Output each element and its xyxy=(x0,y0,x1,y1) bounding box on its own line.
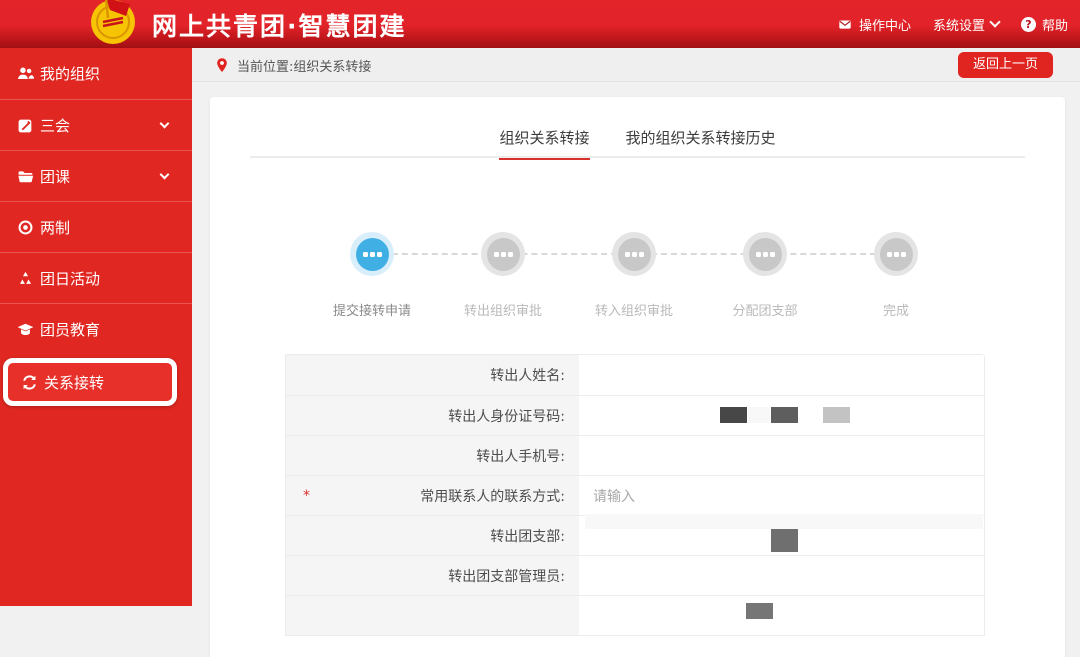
step-circle-icon xyxy=(879,237,913,271)
form-row: * 常用联系人的联系方式: 请输入 xyxy=(286,475,984,515)
redacted-value-block xyxy=(823,407,850,423)
form-row: 转出团支部: xyxy=(286,514,984,555)
sidebar-item-league-day-activity[interactable]: 团日活动 xyxy=(0,252,192,303)
step-circle-icon xyxy=(748,237,782,271)
step-circle-icon xyxy=(355,237,389,271)
back-button[interactable]: 返回上一页 xyxy=(957,52,1053,78)
form-field-value[interactable] xyxy=(579,436,984,475)
envelope-icon xyxy=(837,18,853,31)
league-emblem-logo xyxy=(86,0,140,46)
redacted-value-block xyxy=(746,603,773,619)
form-row: 转出人手机号: xyxy=(286,435,984,475)
header-menu: 操作中心 系统设置 帮助 xyxy=(837,0,1068,48)
progress-step: 转出组织审批 xyxy=(448,232,558,319)
sidebar-item-my-organization[interactable]: 我的组织 xyxy=(0,48,192,99)
step-label: 分配团支部 xyxy=(732,304,798,319)
progress-steps: 提交接转申请 转出组织审批 转入组织审批 分配团支部 完成 xyxy=(317,232,951,319)
sidebar-nav: 我的组织三会团课两制团日活动团员教育关系接转 xyxy=(0,48,192,606)
app-title: 网上共青团·智慧团建 xyxy=(152,12,407,41)
sidebar-item-relationship-transfer[interactable]: 关系接转 xyxy=(8,363,172,401)
target-icon xyxy=(17,219,34,236)
sidebar-item-label: 关系接转 xyxy=(44,373,105,392)
redacted-value-block xyxy=(771,407,798,423)
edit-icon xyxy=(17,117,34,134)
step-label: 提交接转申请 xyxy=(332,304,411,319)
form-field-value[interactable]: 请输入 xyxy=(579,476,984,515)
folder-icon xyxy=(17,168,34,185)
breadcrumb: 当前位置:组织关系转接 xyxy=(214,48,371,82)
progress-step: 完成 xyxy=(841,232,951,319)
header-menu-label: 操作中心 xyxy=(858,18,911,34)
required-asterisk: * xyxy=(303,487,310,504)
input-placeholder: 请输入 xyxy=(593,488,635,505)
form-field-label: 转出团支部: xyxy=(286,516,579,555)
form-field-label: * 常用联系人的联系方式: xyxy=(286,476,579,515)
form-row: 转出人身份证号码: xyxy=(286,395,984,435)
sidebar-item-label: 三会 xyxy=(40,116,71,135)
app-header: 网上共青团·智慧团建 操作中心 系统设置 帮助 xyxy=(0,0,1080,48)
form-field-label: 转出人身份证号码: xyxy=(286,396,579,435)
sidebar-item-label: 我的组织 xyxy=(40,65,101,83)
redacted-value-block xyxy=(585,514,983,529)
header-menu-label: 帮助 xyxy=(1041,18,1068,34)
location-pin-icon xyxy=(217,58,227,72)
content-card: 组织关系转接 我的组织关系转接历史 提交接转申请 转出组织审批 转入组织审批 分配团支部… xyxy=(210,97,1065,657)
form-field-value[interactable] xyxy=(579,514,984,555)
sidebar-item-label: 团课 xyxy=(40,167,71,186)
form-field-value[interactable] xyxy=(579,355,984,395)
form-row xyxy=(286,595,984,635)
sidebar-item-two-systems[interactable]: 两制 xyxy=(0,201,192,252)
form-row: 转出团支部管理员: xyxy=(286,555,984,595)
header-menu-label: 系统设置 xyxy=(932,18,985,34)
sidebar-item-label: 团员教育 xyxy=(40,320,101,339)
header-menu-system-settings[interactable]: 系统设置 xyxy=(932,15,1001,34)
breadcrumb-bar: 当前位置:组织关系转接 返回上一页 xyxy=(192,48,1080,82)
form-field-value[interactable] xyxy=(579,556,984,595)
form-row: 转出人姓名: xyxy=(286,355,984,395)
question-icon xyxy=(1020,16,1036,32)
chevron-down-icon xyxy=(159,118,170,129)
step-label: 转入组织审批 xyxy=(594,304,673,319)
sidebar-item-three-meetings[interactable]: 三会 xyxy=(0,99,192,150)
form-field-label: 转出人姓名: xyxy=(286,355,579,395)
sidebar-item-member-education[interactable]: 团员教育 xyxy=(0,303,192,354)
main-area: 组织关系转接 我的组织关系转接历史 提交接转申请 转出组织审批 转入组织审批 分配团支部… xyxy=(192,82,1080,657)
redacted-value-block xyxy=(771,529,798,552)
step-label: 转出组织审批 xyxy=(463,304,542,319)
redacted-value-block xyxy=(720,407,747,423)
header-menu-help[interactable]: 帮助 xyxy=(1020,15,1068,34)
form-field-label xyxy=(286,596,579,635)
step-circle-icon xyxy=(486,237,520,271)
transfer-icon xyxy=(21,374,38,391)
progress-step: 转入组织审批 xyxy=(579,232,689,319)
redacted-value-block xyxy=(748,407,770,423)
recycle-icon xyxy=(17,270,34,287)
header-menu-operation-center[interactable]: 操作中心 xyxy=(837,15,911,34)
chevron-down-icon xyxy=(989,16,1001,28)
transfer-form: 转出人姓名: 转出人身份证号码: 转出人手机号: * 常用联系人的联系方式: 请输入 转出团… xyxy=(285,354,985,636)
sidebar-item-league-class[interactable]: 团课 xyxy=(0,150,192,201)
tab-divider xyxy=(250,156,1025,158)
active-item-highlight-box: 关系接转 xyxy=(3,358,177,406)
sidebar-item-label: 两制 xyxy=(40,218,71,237)
step-label: 完成 xyxy=(882,304,909,319)
chevron-down-icon xyxy=(159,169,170,180)
sidebar-item-label: 团日活动 xyxy=(40,269,101,288)
form-field-value[interactable] xyxy=(579,596,984,635)
form-field-label: 转出团支部管理员: xyxy=(286,556,579,595)
form-field-label: 转出人手机号: xyxy=(286,436,579,475)
progress-step: 分配团支部 xyxy=(710,232,820,319)
form-field-value[interactable] xyxy=(579,396,984,435)
graduation-cap-icon xyxy=(17,321,34,338)
users-icon xyxy=(17,65,34,82)
step-circle-icon xyxy=(617,237,651,271)
progress-step: 提交接转申请 xyxy=(317,232,427,319)
breadcrumb-label: 当前位置:组织关系转接 xyxy=(237,59,372,75)
